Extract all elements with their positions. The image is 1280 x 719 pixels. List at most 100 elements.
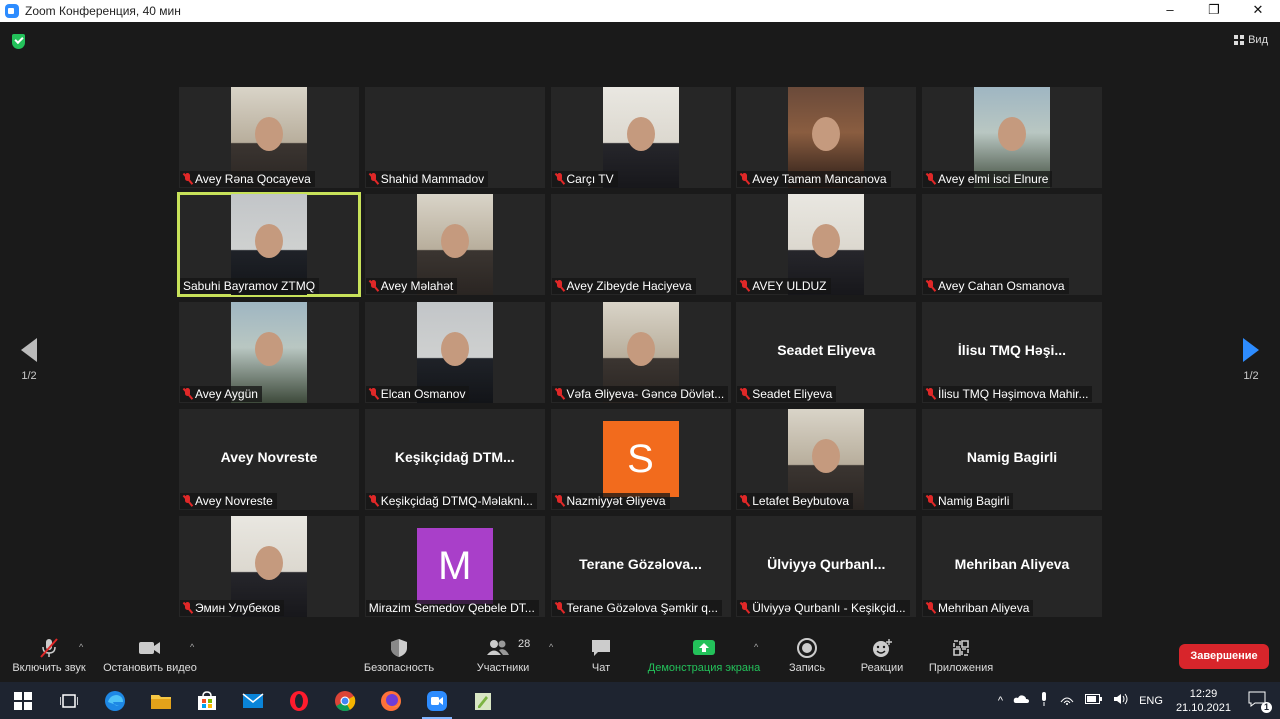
share-options-caret-icon[interactable]: ^ [754, 642, 758, 652]
participant-tile[interactable]: Avey Cahan Osmanova [922, 194, 1102, 296]
unmute-button[interactable]: Включить звук [9, 638, 89, 674]
mic-muted-icon [926, 173, 935, 185]
participant-tile[interactable]: Avey Tamam Mancanova [736, 87, 917, 188]
participant-name: Ülviyyə Qurbanlı - Keşikçid... [752, 601, 906, 615]
reactions-smiley-icon [858, 638, 906, 658]
mail-icon[interactable] [230, 682, 276, 719]
record-button[interactable]: Запись [785, 638, 829, 674]
participant-tile[interactable]: Avey Rəna Qocayeva [179, 87, 359, 188]
participant-tile[interactable]: Shahid Mammadov [364, 87, 545, 188]
participant-display-name: Keşikçidağ DTM... [394, 448, 515, 465]
security-shield-icon[interactable] [12, 34, 25, 49]
participant-tile[interactable]: Namig Bagirli Namig Bagirli [922, 408, 1102, 510]
participant-tile[interactable]: Keşikçidağ DTM... Keşikçidağ DTMQ-Məlakni… [364, 408, 545, 510]
notification-center-icon[interactable]: 1 [1248, 691, 1272, 713]
reactions-label: Реакции [860, 662, 904, 674]
minimize-button[interactable]: ‒ [1148, 0, 1192, 22]
participant-tile[interactable]: Elcan Osmanov [364, 301, 545, 403]
chat-button[interactable]: Чат [585, 638, 617, 674]
task-view-icon[interactable] [46, 682, 92, 719]
speaker-icon[interactable] [1113, 693, 1129, 708]
participant-tile[interactable]: Avey Məlahət [364, 194, 545, 296]
mic-muted-icon [183, 387, 192, 400]
date: 21.10.2021 [1175, 701, 1231, 714]
participant-name: Vəfa Əliyeva- Gəncə Dövlət... [566, 386, 725, 401]
share-screen-button[interactable]: Демонстрация экрана [645, 638, 763, 674]
participant-display-name: İlisu TMQ Həşi... [957, 341, 1067, 358]
wifi-icon[interactable] [1059, 693, 1075, 708]
participant-name: Terane Gözəlova Şəmkir q... [566, 601, 718, 615]
participant-tile[interactable]: Avey Zibeyde Haciyeva [550, 194, 731, 296]
end-meeting-button[interactable]: Завершение [1179, 644, 1269, 669]
zoom-icon[interactable] [414, 682, 460, 719]
prev-page-button[interactable]: 1/2 [14, 338, 44, 382]
start-icon[interactable] [0, 682, 46, 719]
apps-icon [925, 638, 997, 658]
participants-icon: 28 [473, 638, 533, 658]
participant-tile[interactable]: Seadet Eliyeva Seadet Eliyeva [736, 301, 917, 403]
unmute-label: Включить звук [12, 662, 86, 674]
mic-muted-icon [740, 494, 749, 507]
participant-grid: Avey Rəna Qocayeva Shahid Mammadov Carçı T… [177, 87, 1102, 637]
participant-avatar: M [416, 528, 493, 604]
participant-display-name: Namig Bagirli [966, 448, 1058, 465]
participant-tile[interactable]: Terane Gözəlova... Terane Gözəlova Şəmkir… [550, 516, 731, 617]
firefox-icon[interactable] [368, 682, 414, 719]
close-button[interactable]: ✕ [1236, 0, 1280, 22]
mic-muted-icon [369, 280, 378, 292]
participant-tile[interactable]: Carçı TV [550, 87, 731, 188]
apps-label: Приложения [928, 662, 994, 674]
participant-name: Avey Məlahət [380, 279, 454, 294]
participant-tile[interactable]: İlisu TMQ Həşi... İlisu TMQ Həşimova Mahi… [922, 301, 1102, 403]
opera-icon[interactable] [276, 682, 322, 719]
next-page-button[interactable]: 1/2 [1236, 338, 1266, 382]
file-explorer-icon[interactable] [138, 682, 184, 719]
chrome-icon[interactable] [322, 682, 368, 719]
mic-muted-icon [369, 173, 378, 185]
chat-label: Чат [591, 662, 611, 674]
participant-tile[interactable]: Avey Aygün [179, 301, 359, 403]
participant-tile[interactable]: Sabuhi Bayramov ZTMQ [177, 192, 361, 298]
participant-tile[interactable]: Avey elmi isci Elnure [922, 87, 1102, 188]
participant-name: Seadet Eliyeva [752, 386, 833, 401]
participant-tile[interactable]: AVEY ULDUZ [736, 194, 917, 296]
mic-muted-icon [740, 387, 749, 400]
tray-chevron-icon[interactable]: ^ [998, 695, 1003, 707]
participant-tile[interactable]: Эмин Улубеков [179, 516, 359, 617]
stop-video-button[interactable]: Остановить видео [101, 638, 199, 674]
battery-icon[interactable] [1085, 694, 1103, 707]
participants-button[interactable]: 28 Участники [473, 638, 533, 674]
participant-tile[interactable]: Ülviyyə Qurbanl... Ülviyyə Qurbanlı - Keş… [736, 516, 917, 617]
view-button[interactable]: Вид [1234, 34, 1268, 46]
store-icon[interactable] [184, 682, 230, 719]
participants-label: Участники [476, 662, 530, 674]
participant-tile[interactable]: M Mirazim Semedov Qebele DT... [364, 516, 545, 617]
participant-tile[interactable]: Letafet Beybutova [736, 408, 917, 510]
participant-tile[interactable]: Mehriban Aliyeva Mehriban Aliyeva [922, 516, 1102, 617]
maximize-button[interactable]: ❐ [1192, 0, 1236, 22]
participant-name: AVEY ULDUZ [752, 279, 827, 294]
participant-tile[interactable]: Avey Novreste Avey Novreste [179, 408, 359, 510]
language-indicator[interactable]: ENG [1139, 695, 1163, 707]
apps-button[interactable]: Приложения [925, 638, 997, 674]
security-button[interactable]: Безопасность [363, 638, 435, 674]
participant-name-tag: AVEY ULDUZ [737, 278, 831, 295]
microphone-icon[interactable] [1039, 692, 1049, 709]
video-options-caret-icon[interactable]: ^ [190, 642, 194, 652]
reactions-button[interactable]: Реакции [858, 638, 906, 674]
arrow-left-icon [21, 338, 37, 362]
audio-options-caret-icon[interactable]: ^ [79, 642, 83, 652]
security-label: Безопасность [363, 662, 435, 674]
clock[interactable]: 12:29 21.10.2021 [1176, 687, 1231, 715]
mic-muted-icon [183, 494, 192, 507]
record-icon [785, 638, 829, 658]
notepad-icon[interactable] [460, 682, 506, 719]
participant-display-name: Seadet Eliyeva [777, 341, 876, 358]
onedrive-icon[interactable] [1013, 694, 1030, 707]
participant-tile[interactable]: S Nazmiyyət Əliyeva [550, 408, 731, 510]
edge-icon[interactable] [92, 682, 138, 719]
share-screen-icon [645, 638, 763, 658]
participant-tile[interactable]: Vəfa Əliyeva- Gəncə Dövlət... [550, 301, 731, 403]
participants-caret-icon[interactable]: ^ [549, 642, 553, 652]
mic-muted-icon [740, 280, 749, 292]
